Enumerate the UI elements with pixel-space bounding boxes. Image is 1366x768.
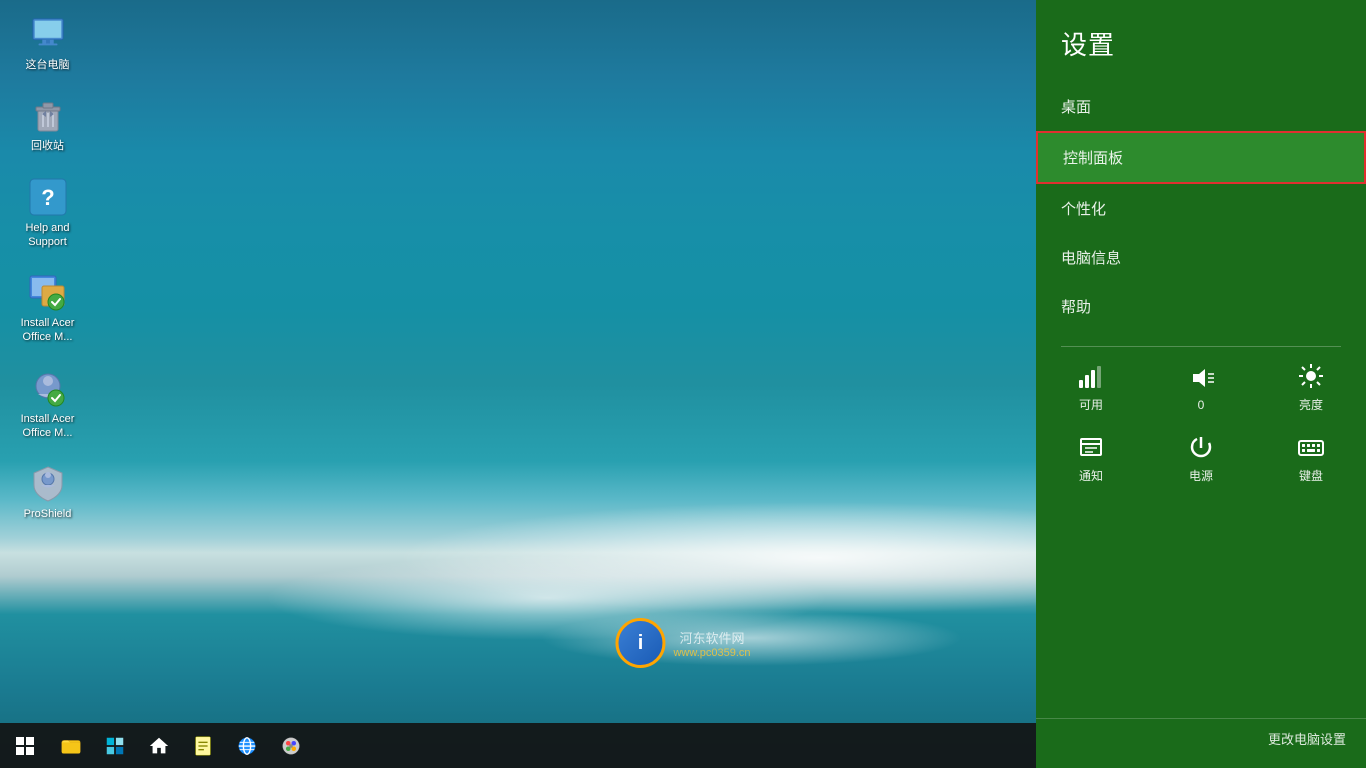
desktop-icon-this-pc[interactable]: 这台电脑 xyxy=(10,10,85,76)
control-volume[interactable]: 0 xyxy=(1166,364,1236,412)
desktop-icon-help-support[interactable]: ? Help and Support xyxy=(10,173,85,254)
settings-footer: 更改电脑设置 xyxy=(1036,718,1366,768)
watermark: i 河东软件网 www.pc0359.cn xyxy=(615,618,750,668)
settings-item-desktop[interactable]: 桌面 xyxy=(1036,82,1366,131)
desktop-icon-recycle-bin-label: 回收站 xyxy=(31,139,64,153)
install-acer1-icon xyxy=(28,272,68,312)
settings-item-control-panel-label: 控制面板 xyxy=(1063,147,1123,168)
svg-text:?: ? xyxy=(41,185,54,210)
control-network-label: 可用 xyxy=(1079,396,1103,413)
settings-item-help[interactable]: 帮助 xyxy=(1036,282,1366,331)
watermark-url: www.pc0359.cn xyxy=(673,647,750,659)
control-power[interactable]: 电源 xyxy=(1166,433,1236,484)
desktop-icons-area: 这台电脑 回收站 ? xyxy=(10,10,85,526)
settings-item-personalize[interactable]: 个性化 xyxy=(1036,184,1366,233)
desktop-icon-install-acer2-label: Install Acer Office M... xyxy=(21,412,75,441)
settings-divider xyxy=(1061,346,1341,347)
desktop-icon-help-support-label: Help and Support xyxy=(25,221,69,250)
desktop-icon-proshield[interactable]: ProShield xyxy=(10,459,85,525)
desktop-icon-proshield-label: ProShield xyxy=(24,507,72,521)
taskbar-icons xyxy=(50,726,312,766)
desktop-icon-install-acer2[interactable]: Install Acer Office M... xyxy=(10,364,85,445)
controls-row-2: 通知 电源 xyxy=(1036,433,1366,484)
control-notifications-label: 通知 xyxy=(1079,467,1103,484)
desktop-icon-install-acer1-label: Install Acer Office M... xyxy=(21,316,75,345)
settings-panel: 设置 桌面 控制面板 个性化 电脑信息 帮助 xyxy=(1036,0,1366,768)
control-network[interactable]: 可用 xyxy=(1056,362,1126,413)
change-settings-link[interactable]: 更改电脑设置 xyxy=(1056,729,1346,748)
control-power-label: 电源 xyxy=(1189,467,1213,484)
desktop-icon-this-pc-label: 这台电脑 xyxy=(26,58,70,72)
watermark-site-name: 河东软件网 xyxy=(673,628,750,647)
desktop-icon-install-acer1[interactable]: Install Acer Office M... xyxy=(10,268,85,349)
install-acer2-icon xyxy=(28,368,68,408)
control-keyboard-label: 键盘 xyxy=(1299,467,1323,484)
taskbar-icon-store[interactable] xyxy=(94,726,136,766)
control-notifications[interactable]: 通知 xyxy=(1056,433,1126,484)
control-brightness-label: 亮度 xyxy=(1299,396,1323,413)
start-button[interactable] xyxy=(5,726,45,766)
settings-item-pc-info-label: 电脑信息 xyxy=(1061,247,1121,268)
settings-title: 设置 xyxy=(1061,25,1341,62)
taskbar-icon-ie[interactable] xyxy=(226,726,268,766)
control-keyboard[interactable]: 键盘 xyxy=(1276,433,1346,484)
controls-row-1: 可用 0 xyxy=(1036,362,1366,413)
settings-item-desktop-label: 桌面 xyxy=(1061,96,1091,117)
settings-item-help-label: 帮助 xyxy=(1061,296,1091,317)
taskbar-icon-file-explorer[interactable] xyxy=(50,726,92,766)
desktop-icon-recycle-bin[interactable]: 回收站 xyxy=(10,91,85,157)
settings-item-control-panel[interactable]: 控制面板 xyxy=(1036,131,1366,184)
proshield-icon xyxy=(28,463,68,503)
desktop: 这台电脑 回收站 ? xyxy=(0,0,1366,768)
settings-header: 设置 xyxy=(1036,0,1366,77)
taskbar-icon-home[interactable] xyxy=(138,726,180,766)
taskbar-icon-notes[interactable] xyxy=(182,726,224,766)
computer-icon xyxy=(28,14,68,54)
settings-item-personalize-label: 个性化 xyxy=(1061,198,1106,219)
settings-item-pc-info[interactable]: 电脑信息 xyxy=(1036,233,1366,282)
watermark-text: 河东软件网 www.pc0359.cn xyxy=(673,628,750,659)
help-support-icon: ? xyxy=(28,177,68,217)
control-volume-label: 0 xyxy=(1198,398,1205,412)
control-brightness[interactable]: 亮度 xyxy=(1276,362,1346,413)
watermark-logo: i 河东软件网 www.pc0359.cn xyxy=(615,618,750,668)
taskbar-icon-paint[interactable] xyxy=(270,726,312,766)
watermark-circle-icon: i xyxy=(615,618,665,668)
recycle-bin-icon xyxy=(28,95,68,135)
settings-menu: 桌面 控制面板 个性化 电脑信息 帮助 xyxy=(1036,77,1366,713)
